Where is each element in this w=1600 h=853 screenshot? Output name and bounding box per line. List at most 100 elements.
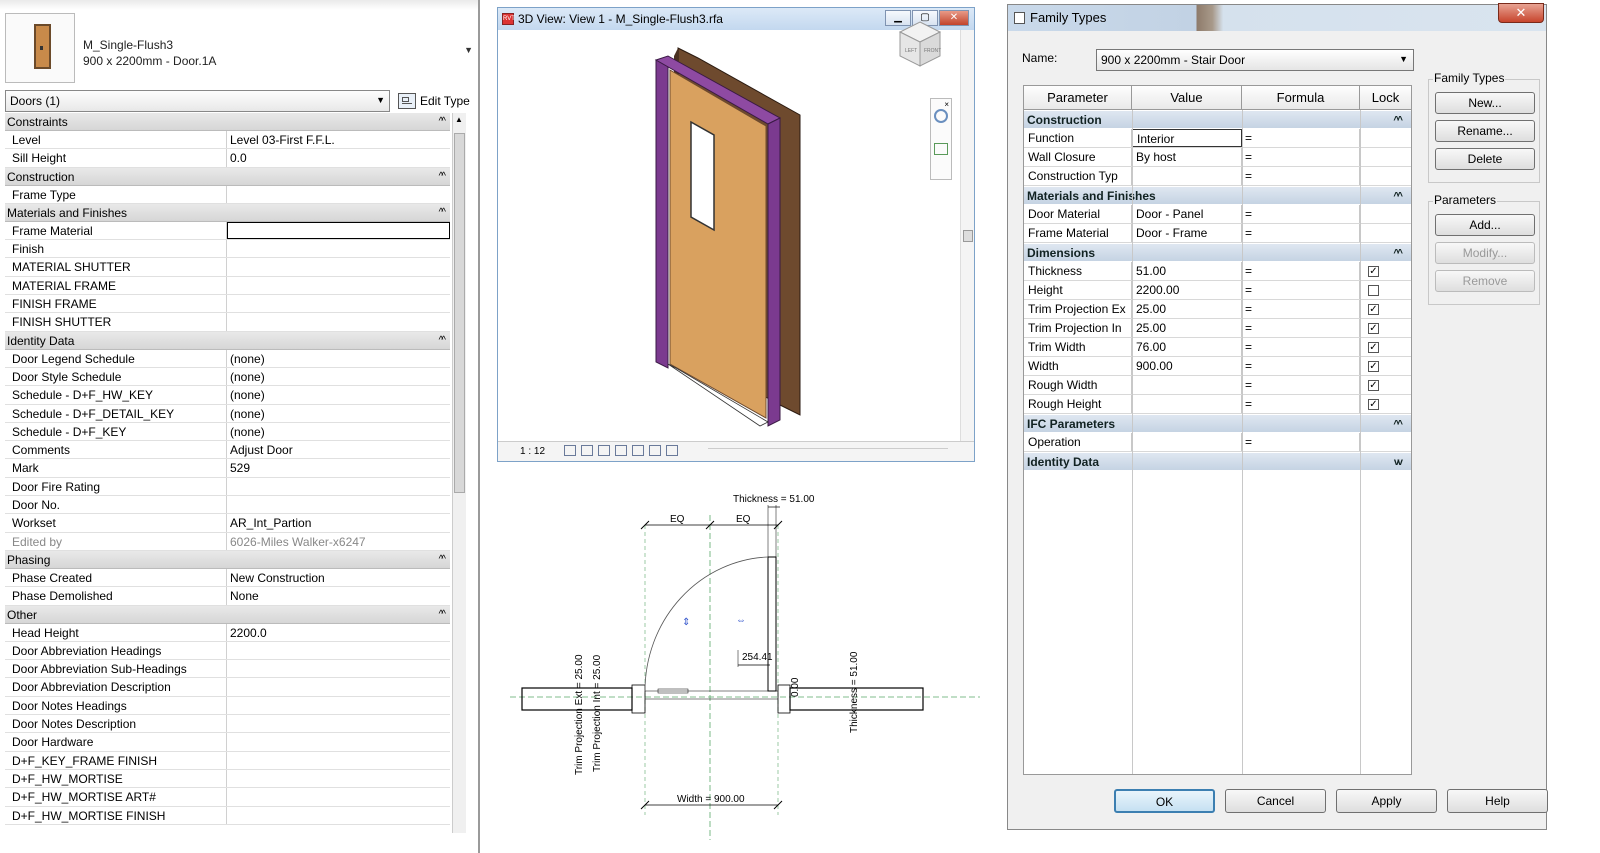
property-row[interactable]: Door No. <box>5 496 450 515</box>
property-row[interactable]: D+F_HW_MORTISE FINISH <box>5 806 450 825</box>
property-row[interactable]: Schedule - D+F_HW_KEY (none) <box>5 386 450 405</box>
property-row[interactable]: Sill Height 0.0 <box>5 149 450 168</box>
parameter-row[interactable]: Trim Projection Ex 25.00 = ✓ <box>1024 300 1411 319</box>
property-row[interactable]: Finish <box>5 240 450 259</box>
parameter-value[interactable] <box>1132 395 1242 413</box>
instance-filter-dropdown[interactable]: Doors (1) ▼ <box>5 90 390 112</box>
property-group-header[interactable]: Construction ^^ <box>5 167 450 186</box>
property-value[interactable] <box>227 807 450 824</box>
lock-checkbox[interactable]: ✓ <box>1368 379 1379 391</box>
property-value[interactable] <box>227 221 450 240</box>
property-value[interactable] <box>227 697 450 714</box>
parameter-formula[interactable]: = <box>1242 148 1360 166</box>
parameter-value[interactable]: By host <box>1132 148 1242 166</box>
lock-checkbox[interactable]: ✓ <box>1368 360 1379 372</box>
property-value[interactable] <box>227 478 450 495</box>
properties-scrollbar[interactable]: ▲ <box>452 113 466 833</box>
parameter-value[interactable]: 900.00 <box>1132 357 1242 375</box>
property-value[interactable] <box>227 660 450 677</box>
property-row[interactable]: Door Abbreviation Headings <box>5 641 450 661</box>
property-row[interactable]: Door Style Schedule (none) <box>5 367 450 387</box>
collapse-icon[interactable]: ^^ <box>1393 244 1403 263</box>
property-row[interactable]: Door Abbreviation Description <box>5 678 450 697</box>
parameter-group-header[interactable]: Identity Data vv <box>1024 452 1411 471</box>
parameter-row[interactable]: Wall Closure By host = <box>1024 148 1411 167</box>
property-value[interactable] <box>227 277 450 294</box>
property-value[interactable] <box>227 186 450 203</box>
reveal-hidden-icon[interactable] <box>666 445 678 456</box>
flip-control-icon[interactable]: ⇕ <box>682 617 690 628</box>
property-value[interactable] <box>227 715 450 732</box>
property-value[interactable]: 0.0 <box>227 149 450 166</box>
property-row[interactable]: D+F_HW_MORTISE ART# <box>5 788 450 807</box>
collapse-icon[interactable]: ^^ <box>439 168 447 186</box>
temporary-hide-icon[interactable] <box>649 445 661 456</box>
property-value[interactable] <box>227 752 450 769</box>
property-row[interactable]: Head Height 2200.0 <box>5 623 450 642</box>
parameter-formula[interactable]: = <box>1242 338 1360 356</box>
type-selector[interactable]: M_Single-Flush3 900 x 2200mm - Door.1A ▼ <box>5 13 475 83</box>
parameter-formula[interactable]: = <box>1242 281 1360 299</box>
property-row[interactable]: FINISH FRAME <box>5 295 450 314</box>
parameter-row[interactable]: Trim Projection In 25.00 = ✓ <box>1024 319 1411 338</box>
parameter-row[interactable]: Width 900.00 = ✓ <box>1024 357 1411 376</box>
property-value[interactable]: 529 <box>227 459 450 476</box>
property-row[interactable]: Level Level 03-First F.F.L. <box>5 131 450 150</box>
lock-checkbox[interactable]: ✓ <box>1368 322 1379 334</box>
col-value[interactable]: Value <box>1132 86 1242 109</box>
property-value[interactable]: New Construction <box>227 569 450 586</box>
collapse-icon[interactable]: ^^ <box>1393 415 1403 434</box>
3d-door-model[interactable] <box>498 30 974 443</box>
property-row[interactable]: Door Fire Rating <box>5 477 450 497</box>
property-group-header[interactable]: Constraints ^^ <box>5 113 450 131</box>
sun-path-icon[interactable] <box>598 445 610 456</box>
property-value[interactable]: (none) <box>227 405 450 422</box>
collapse-icon[interactable]: ^^ <box>439 332 447 350</box>
property-row[interactable]: D+F_HW_MORTISE <box>5 769 450 789</box>
parameter-row[interactable]: Frame Material Door - Frame = <box>1024 224 1411 243</box>
parameter-value[interactable]: 76.00 <box>1132 338 1242 356</box>
collapse-icon[interactable]: ^^ <box>439 204 447 222</box>
parameter-row[interactable]: Operation = <box>1024 433 1411 452</box>
close-icon[interactable]: × <box>944 100 949 109</box>
parameter-row[interactable]: Construction Typ = <box>1024 167 1411 186</box>
parameter-formula[interactable]: = <box>1242 129 1360 147</box>
help-button[interactable]: Help <box>1447 789 1548 813</box>
delete-type-button[interactable]: Delete <box>1435 148 1535 170</box>
property-row[interactable]: Schedule - D+F_DETAIL_KEY (none) <box>5 404 450 423</box>
property-row[interactable]: Door Notes Headings <box>5 696 450 716</box>
property-row[interactable]: Door Abbreviation Sub-Headings <box>5 660 450 679</box>
parameter-row[interactable]: Rough Height = ✓ <box>1024 395 1411 414</box>
parameter-value[interactable]: 25.00 <box>1132 300 1242 318</box>
property-value[interactable]: (none) <box>227 386 450 403</box>
parameter-row[interactable]: Rough Width = ✓ <box>1024 376 1411 395</box>
lock-checkbox[interactable]: ✓ <box>1368 303 1379 315</box>
property-value[interactable] <box>227 678 450 695</box>
property-row[interactable]: FINISH SHUTTER <box>5 313 450 332</box>
property-row[interactable]: Door Legend Schedule (none) <box>5 349 450 368</box>
parameter-value[interactable]: Interior <box>1132 129 1242 147</box>
property-row[interactable]: MATERIAL FRAME <box>5 276 450 296</box>
property-row[interactable]: Comments Adjust Door <box>5 441 450 460</box>
property-value[interactable]: (none) <box>227 368 450 385</box>
crop-view-icon[interactable] <box>632 445 644 456</box>
chevron-down-icon[interactable]: ▼ <box>464 45 473 55</box>
property-row[interactable]: Door Notes Description <box>5 715 450 734</box>
parameter-group-header[interactable]: Construction ^^ <box>1024 110 1411 129</box>
property-value[interactable]: AR_Int_Partion <box>227 514 450 531</box>
steering-wheel-icon[interactable] <box>934 109 948 123</box>
parameter-value[interactable] <box>1132 433 1242 451</box>
parameter-formula[interactable]: = <box>1242 376 1360 394</box>
property-value[interactable] <box>227 258 450 275</box>
property-value[interactable] <box>227 788 450 805</box>
property-value[interactable]: Level 03-First F.F.L. <box>227 131 450 148</box>
apply-button[interactable]: Apply <box>1336 789 1437 813</box>
parameter-formula[interactable]: = <box>1242 357 1360 375</box>
scroll-thumb[interactable] <box>454 133 465 493</box>
type-name-dropdown[interactable]: 900 x 2200mm - Stair Door ▼ <box>1096 49 1414 71</box>
property-row[interactable]: Mark 529 <box>5 459 450 478</box>
collapse-icon[interactable]: ^^ <box>439 606 447 624</box>
property-value[interactable] <box>227 295 450 312</box>
viewcube-icon[interactable]: LEFT FRONT <box>898 20 942 68</box>
view-scale[interactable]: 1 : 12 <box>520 446 545 457</box>
